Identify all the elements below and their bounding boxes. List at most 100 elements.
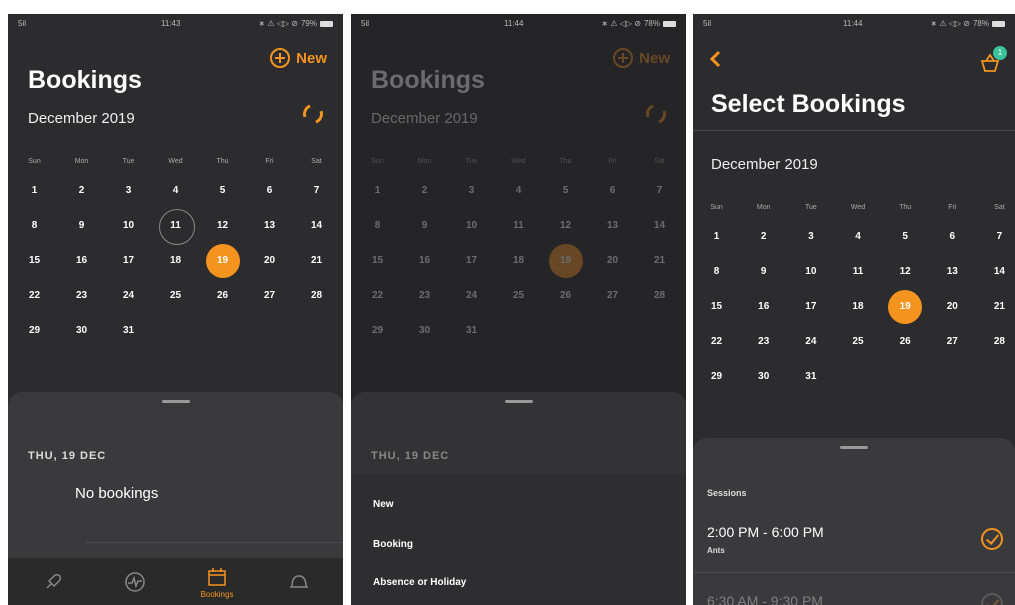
session-row[interactable]: 2:00 PM - 6:00 PM Ants xyxy=(693,508,1015,572)
calendar-day[interactable]: 27 xyxy=(929,324,976,359)
calendar-day[interactable]: 15 xyxy=(354,243,401,278)
calendar-day[interactable]: 8 xyxy=(11,208,58,243)
calendar-day[interactable]: 11 xyxy=(152,208,199,245)
calendar-day[interactable]: 21 xyxy=(976,289,1015,324)
calendar-day[interactable]: 3 xyxy=(448,173,495,208)
calendar-day[interactable]: 9 xyxy=(58,208,105,243)
calendar-day[interactable]: 21 xyxy=(636,243,683,278)
refresh-icon[interactable] xyxy=(299,100,327,128)
calendar-day[interactable]: 16 xyxy=(58,243,105,278)
calendar-day[interactable]: 15 xyxy=(693,289,740,324)
calendar-day[interactable]: 20 xyxy=(246,243,293,278)
calendar-day[interactable]: 10 xyxy=(105,208,152,243)
calendar-day[interactable]: 6 xyxy=(589,173,636,208)
calendar-day[interactable]: 19 xyxy=(199,243,246,278)
calendar-day[interactable]: 26 xyxy=(882,324,929,359)
calendar-day[interactable]: 24 xyxy=(105,278,152,313)
calendar-day[interactable]: 31 xyxy=(448,313,495,348)
calendar-day[interactable]: 31 xyxy=(787,359,834,394)
calendar-day[interactable]: 7 xyxy=(293,173,340,208)
calendar-day[interactable]: 1 xyxy=(354,173,401,208)
calendar-day[interactable]: 26 xyxy=(199,278,246,313)
calendar-day[interactable]: 10 xyxy=(787,254,834,289)
calendar-day[interactable]: 19 xyxy=(882,289,929,324)
menu-item-new[interactable]: New xyxy=(373,499,394,510)
calendar-day[interactable]: 14 xyxy=(976,254,1015,289)
menu-item-booking[interactable]: Booking xyxy=(373,539,413,550)
checkmark-icon[interactable] xyxy=(981,528,1003,550)
calendar-day[interactable]: 5 xyxy=(882,219,929,254)
calendar-day[interactable]: 4 xyxy=(495,173,542,208)
calendar-day[interactable]: 20 xyxy=(589,243,636,278)
calendar-day[interactable]: 3 xyxy=(787,219,834,254)
calendar-day[interactable]: 28 xyxy=(293,278,340,313)
calendar-day[interactable]: 30 xyxy=(740,359,787,394)
calendar-day[interactable]: 1 xyxy=(11,173,58,208)
tab-activity[interactable] xyxy=(110,558,160,605)
calendar-day[interactable]: 15 xyxy=(11,243,58,278)
calendar-day[interactable]: 30 xyxy=(401,313,448,348)
calendar-day[interactable]: 2 xyxy=(740,219,787,254)
menu-item-absence[interactable]: Absence or Holiday xyxy=(373,577,466,588)
calendar-day[interactable]: 7 xyxy=(636,173,683,208)
calendar-day[interactable]: 29 xyxy=(693,359,740,394)
calendar-day[interactable]: 8 xyxy=(693,254,740,289)
calendar-day[interactable]: 26 xyxy=(542,278,589,313)
calendar-day[interactable]: 14 xyxy=(636,208,683,243)
calendar-day[interactable]: 1 xyxy=(693,219,740,254)
calendar-day[interactable]: 16 xyxy=(401,243,448,278)
calendar-day[interactable]: 16 xyxy=(740,289,787,324)
calendar-day[interactable]: 22 xyxy=(693,324,740,359)
new-button[interactable]: New xyxy=(270,48,327,68)
calendar-day[interactable]: 18 xyxy=(152,243,199,278)
calendar-day[interactable]: 20 xyxy=(929,289,976,324)
calendar-day[interactable]: 5 xyxy=(199,173,246,208)
calendar-day[interactable]: 24 xyxy=(448,278,495,313)
calendar-day[interactable]: 4 xyxy=(152,173,199,208)
calendar-day[interactable]: 28 xyxy=(976,324,1015,359)
sheet-handle[interactable] xyxy=(161,400,190,403)
calendar-day[interactable]: 22 xyxy=(354,278,401,313)
calendar-day[interactable]: 13 xyxy=(246,208,293,243)
calendar-day[interactable]: 28 xyxy=(636,278,683,313)
calendar-day[interactable]: 18 xyxy=(834,289,881,324)
calendar-day[interactable]: 13 xyxy=(929,254,976,289)
calendar-day[interactable]: 9 xyxy=(740,254,787,289)
calendar-day[interactable]: 12 xyxy=(882,254,929,289)
calendar-day[interactable]: 21 xyxy=(293,243,340,278)
tab-bookings[interactable]: Bookings xyxy=(192,558,242,605)
calendar-day[interactable]: 3 xyxy=(105,173,152,208)
calendar-day[interactable]: 17 xyxy=(787,289,834,324)
calendar-day[interactable]: 13 xyxy=(589,208,636,243)
calendar-day[interactable]: 12 xyxy=(199,208,246,243)
calendar-day[interactable]: 29 xyxy=(11,313,58,348)
calendar-day[interactable]: 10 xyxy=(448,208,495,243)
calendar-day[interactable]: 11 xyxy=(834,254,881,289)
calendar-day[interactable]: 23 xyxy=(740,324,787,359)
calendar-day[interactable]: 22 xyxy=(11,278,58,313)
calendar-day[interactable]: 27 xyxy=(589,278,636,313)
calendar-day[interactable]: 18 xyxy=(495,243,542,278)
calendar-day[interactable]: 5 xyxy=(542,173,589,208)
calendar-day[interactable]: 9 xyxy=(401,208,448,243)
calendar-day[interactable]: 25 xyxy=(834,324,881,359)
empty-check-icon[interactable] xyxy=(981,593,1003,605)
calendar-day[interactable]: 11 xyxy=(495,208,542,243)
calendar-day[interactable]: 31 xyxy=(105,313,152,348)
tab-notifications[interactable] xyxy=(274,558,324,605)
calendar-day[interactable]: 25 xyxy=(495,278,542,313)
calendar-day[interactable]: 14 xyxy=(293,208,340,243)
calendar-day[interactable]: 19 xyxy=(542,243,589,278)
calendar-day[interactable]: 7 xyxy=(976,219,1015,254)
back-chevron-icon[interactable] xyxy=(709,50,723,68)
calendar-day[interactable]: 29 xyxy=(354,313,401,348)
tab-rocket[interactable] xyxy=(28,558,78,605)
calendar-day[interactable]: 17 xyxy=(448,243,495,278)
calendar-day[interactable]: 30 xyxy=(58,313,105,348)
calendar-day[interactable]: 24 xyxy=(787,324,834,359)
calendar-day[interactable]: 6 xyxy=(246,173,293,208)
calendar-day[interactable]: 23 xyxy=(401,278,448,313)
calendar-day[interactable]: 2 xyxy=(58,173,105,208)
calendar-day[interactable]: 6 xyxy=(929,219,976,254)
calendar-day[interactable]: 17 xyxy=(105,243,152,278)
